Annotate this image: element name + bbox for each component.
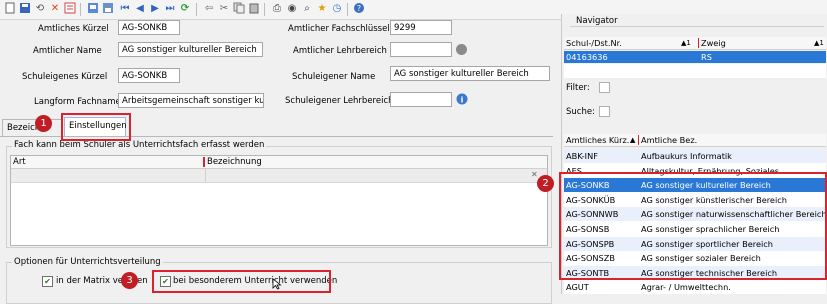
new-icon[interactable] [3,2,17,16]
next-icon[interactable]: ▶ [148,2,162,16]
subject-list-header: Amtliches Kürz... ▲ Amtliche Bez. [564,134,826,147]
print-icon[interactable]: ⎙ [270,2,284,16]
annotation-box-checkbox [152,270,331,293]
cut-icon[interactable]: ✂ [217,2,231,16]
info-icon[interactable]: i [456,93,468,105]
col-art-header: Art [13,157,26,167]
col-schul-nr-sort: ▲1 [681,39,691,47]
grid-header: Art Bezeichnung [11,156,547,169]
undo-icon[interactable]: ⟲ [33,2,47,16]
tab-bezeichnungen[interactable]: Bezeich [2,119,62,136]
prev-icon[interactable]: ◀ [133,2,147,16]
preview-icon[interactable]: ◉ [285,2,299,16]
grid-icon[interactable] [86,2,100,16]
toolbar-separator [80,3,81,16]
matrix-checkbox-label: in der Matrix ve [56,276,123,286]
schuleigenes-kuerzel-label: Schuleigenes Kürzel [22,72,108,82]
annotation-badge-3: 3 [121,272,138,289]
copy-icon[interactable] [63,2,77,16]
status-dot-icon [456,44,467,55]
remove-row-icon[interactable]: ✕ [531,170,538,179]
langform-field[interactable]: Arbeitsgemeinschaft sonstiger kultu [118,93,264,108]
last-icon[interactable]: ⏭ [163,2,177,16]
amtlicher-fachschluessel-label: Amtlicher Fachschlüssel [288,24,390,34]
subject-name: Aufbaukurs Informatik [641,151,732,161]
col-amtliches-kuerzel[interactable]: Amtliches Kürz... [566,134,635,146]
wizard-icon[interactable]: ★ [315,2,329,16]
suche-checkbox[interactable] [599,106,610,117]
paste-icon[interactable] [247,2,261,16]
filter-label: Filter: [566,83,590,93]
schuleigener-lehrbereich-field[interactable] [390,92,452,107]
clock-icon[interactable]: ◷ [330,2,344,16]
col-amtliche-bez[interactable]: Amtliche Bez. [641,134,697,146]
toolbar-separator [264,3,265,16]
refresh-icon[interactable]: ⟳ [178,2,192,16]
amtlicher-lehrbereich-field[interactable] [390,42,452,57]
first-icon[interactable]: ⏮ [118,2,132,16]
amtlicher-lehrbereich-label: Amtlicher Lehrbereich [293,46,387,56]
navigator-title: Navigator [574,16,620,26]
col-zweig-sort: ▲1 [814,39,824,47]
toolbar-separator [196,3,197,16]
amtliches-kuerzel-field[interactable]: AG-SONKB [118,20,180,35]
navigator-school-header: Schul-/Dst.Nr. ▲1 Zweig ▲1 [564,37,826,50]
save-icon[interactable] [18,2,32,16]
grid-col-divider [205,169,206,182]
help-icon[interactable]: ? [352,2,366,16]
schuleigenes-kuerzel-field[interactable]: AG-SONKB [118,68,180,83]
school-zweig: RS [701,52,712,62]
schuleigener-name-field[interactable]: AG sonstiger kultureller Bereich [390,66,550,81]
unterrichtsfach-group-title: Fach kann beim Schüler als Unterrichtsfa… [12,140,267,150]
annotation-box-list [559,172,827,280]
search-icon[interactable]: ⌕ [300,2,314,16]
subject-code: AGUT [566,282,589,293]
navigator-school-empty [564,64,826,78]
amtliches-kuerzel-label: Amtliches Kürzel [38,24,109,34]
column-marker [698,38,699,48]
col-bezeichnung-header: Bezeichnung [207,157,262,167]
subject-row[interactable]: AGUT Agrar- / Umwelttechn. [564,280,826,294]
annotation-box-tab [61,113,131,141]
toolbar-separator [347,3,348,16]
save-as-icon[interactable] [101,2,115,16]
col-amtliches-kuerzel-sort: ▲ [630,136,636,144]
langform-label: Langform Fachname [34,97,121,107]
svg-text:?: ? [357,4,361,13]
amtlicher-fachschluessel-field[interactable]: 9299 [390,20,452,35]
subject-code: ABK-INF [566,151,598,161]
suche-label: Suche: [566,107,595,117]
svg-text:i: i [461,96,464,105]
amtlicher-name-label: Amtlicher Name [33,46,102,56]
filter-checkbox[interactable] [599,82,610,93]
amtlicher-name-field[interactable]: AG sonstiger kultureller Bereich [118,42,263,57]
schuleigener-name-label: Schuleigener Name [292,72,376,82]
back-icon[interactable]: ⇦ [202,2,216,16]
navigator-school-row[interactable]: 04163636 RS [564,51,826,63]
col-schul-nr[interactable]: Schul-/Dst.Nr. [566,37,622,49]
copy2-icon[interactable] [232,2,246,16]
subject-name: Agrar- / Umwelttechn. [641,282,731,293]
grid-new-row[interactable]: ✕ [11,169,547,183]
column-marker [638,135,639,145]
subject-row[interactable]: ABK-INF Aufbaukurs Informatik [564,149,826,163]
annotation-badge-1: 1 [35,115,52,132]
art-grid[interactable]: Art Bezeichnung ✕ [10,155,548,246]
matrix-checkbox[interactable]: ✔ [42,276,53,287]
annotation-badge-2: 2 [537,175,554,192]
delete-icon[interactable]: ✕ [48,2,62,16]
optionen-group-title: Optionen für Unterrichtsverteilung [12,257,163,267]
schuleigener-lehrbereich-label: Schuleigener Lehrbereich [285,96,394,106]
matrix-checkbox-label-tail: en [137,276,148,286]
column-marker [203,157,205,167]
school-nr: 04163636 [566,52,608,62]
col-zweig[interactable]: Zweig [701,37,726,49]
